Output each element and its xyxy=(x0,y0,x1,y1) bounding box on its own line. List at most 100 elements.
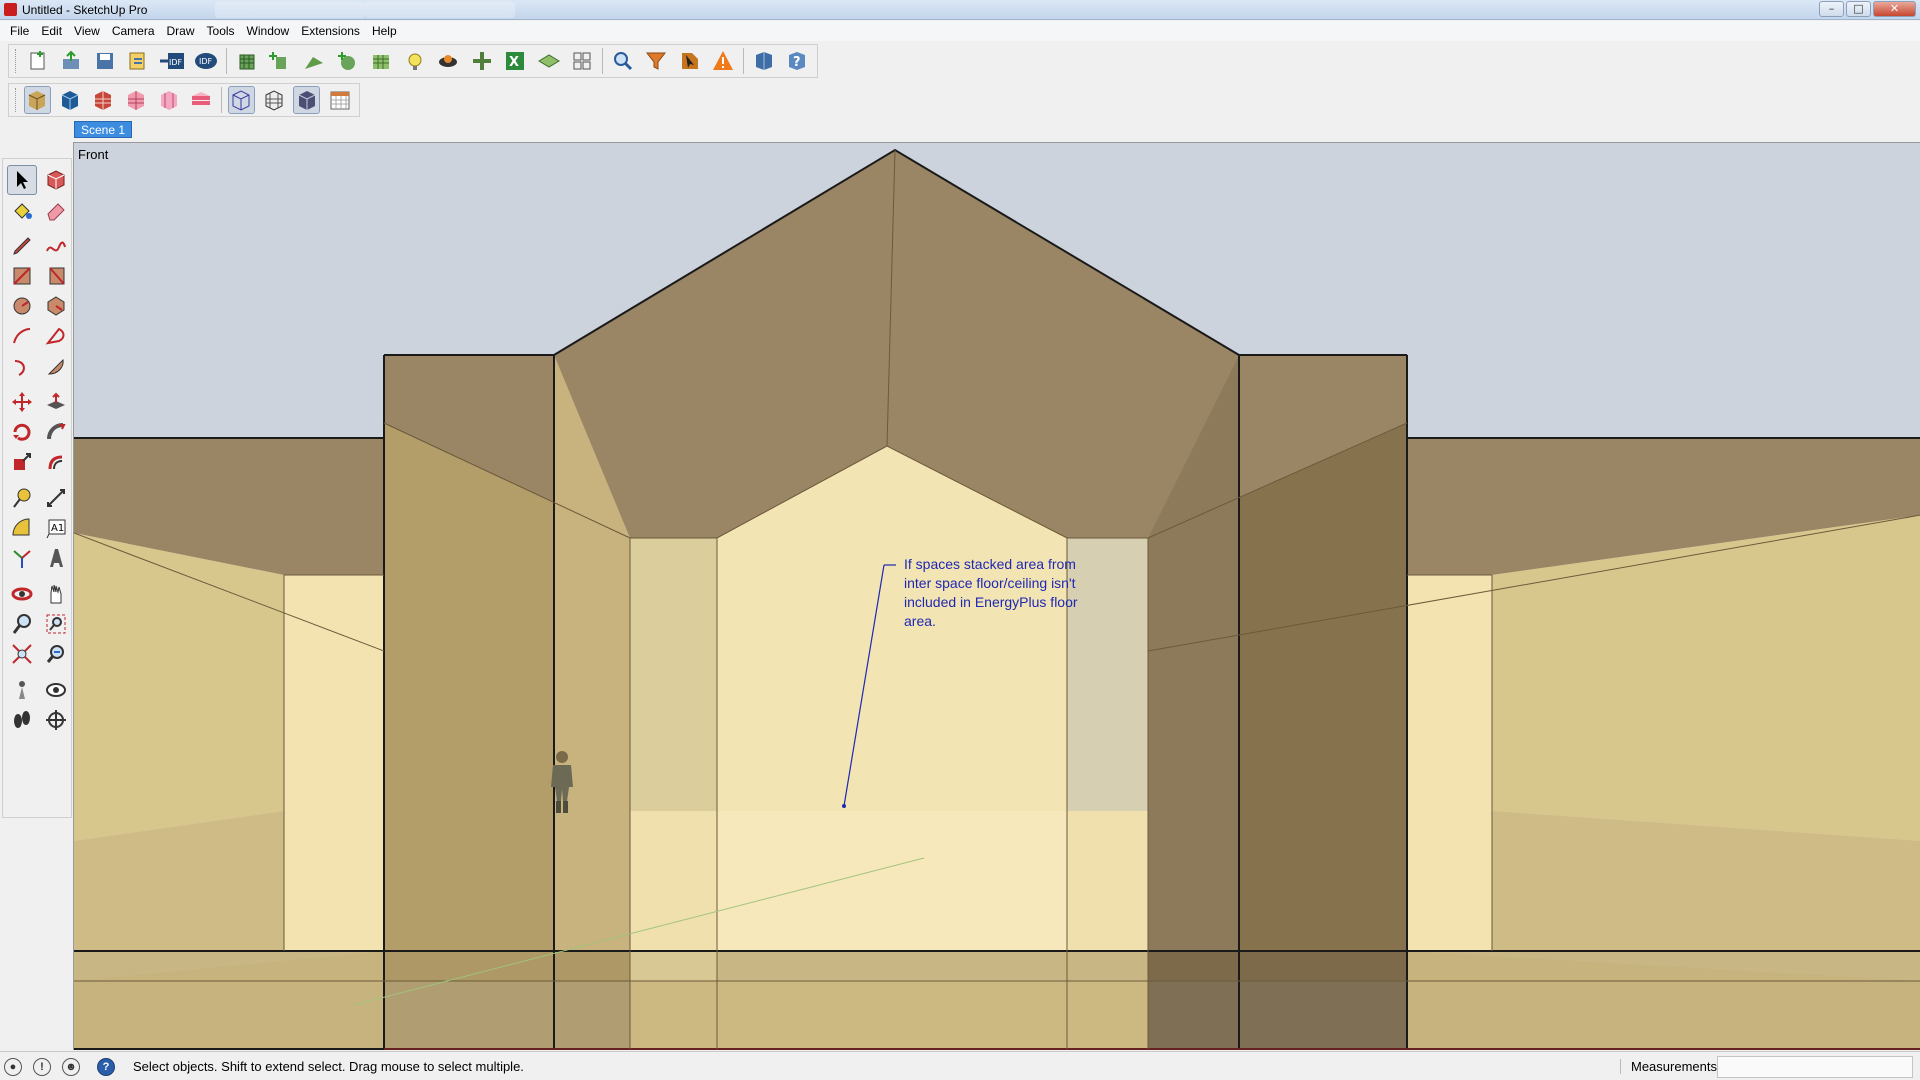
import-idf-icon[interactable]: IDF xyxy=(158,47,186,75)
arc-icon[interactable] xyxy=(7,321,37,351)
measurements-input[interactable] xyxy=(1717,1056,1913,1078)
render-by-story-icon[interactable] xyxy=(188,86,215,114)
new-illuminance-map-icon[interactable] xyxy=(401,47,429,75)
hidden-line-icon[interactable] xyxy=(261,86,288,114)
toolbar-separator xyxy=(226,48,228,74)
rotate-icon[interactable] xyxy=(7,417,37,447)
maximize-button[interactable]: □ xyxy=(1846,1,1871,17)
menu-file[interactable]: File xyxy=(4,24,35,38)
xray-icon[interactable] xyxy=(227,86,255,114)
new-glare-sensor-icon[interactable] xyxy=(434,47,462,75)
help-icon[interactable]: ? xyxy=(784,47,812,75)
credits-icon[interactable]: ! xyxy=(33,1058,51,1076)
select-arrow-icon[interactable] xyxy=(7,165,37,195)
zoom-icon[interactable] xyxy=(7,609,37,639)
push-pull-icon[interactable] xyxy=(41,387,71,417)
text-icon[interactable]: A1 xyxy=(41,513,71,543)
save-icon[interactable] xyxy=(91,47,119,75)
calendar-icon[interactable] xyxy=(326,86,353,114)
instructor-help-icon[interactable]: ? xyxy=(97,1058,115,1076)
pie-icon[interactable] xyxy=(41,351,71,381)
background-tab-ghost xyxy=(215,2,365,18)
scene-tab[interactable]: Scene 1 xyxy=(74,121,133,138)
render-by-space-type-icon[interactable] xyxy=(155,86,182,114)
project-loose-geometry-icon[interactable] xyxy=(535,47,563,75)
shaded-icon[interactable] xyxy=(293,86,321,114)
close-button[interactable]: ✕ xyxy=(1873,1,1916,17)
left-lower-inner xyxy=(284,811,384,951)
axes-icon[interactable] xyxy=(7,543,37,573)
new-building-icon[interactable] xyxy=(233,47,261,75)
toolbar-grip[interactable] xyxy=(15,49,18,73)
zoom-window-icon[interactable] xyxy=(41,609,71,639)
zoom-extents-icon[interactable] xyxy=(7,639,37,669)
three-point-arc-icon[interactable] xyxy=(7,351,37,381)
filter-icon[interactable] xyxy=(642,47,670,75)
eraser-icon[interactable] xyxy=(41,195,71,225)
freehand-icon[interactable] xyxy=(41,231,71,261)
render-by-boundary-icon[interactable] xyxy=(57,86,84,114)
menu-camera[interactable]: Camera xyxy=(106,24,161,38)
pan-icon[interactable] xyxy=(41,579,71,609)
menu-draw[interactable]: Draw xyxy=(161,24,201,38)
left-inner-wall xyxy=(284,575,384,811)
save-as-icon[interactable] xyxy=(125,47,153,75)
menu-help[interactable]: Help xyxy=(366,24,403,38)
make-component-icon[interactable] xyxy=(41,165,71,195)
new-daylighting-icon[interactable] xyxy=(367,47,395,75)
menu-window[interactable]: Window xyxy=(241,24,296,38)
orbit-icon[interactable] xyxy=(7,579,37,609)
set-attributes-icon[interactable] xyxy=(468,47,496,75)
open-studio-icon[interactable] xyxy=(750,47,778,75)
menu-extensions[interactable]: Extensions xyxy=(295,24,366,38)
look-around-icon[interactable] xyxy=(41,675,71,705)
3d-text-icon[interactable] xyxy=(41,543,71,573)
surface-matching-icon[interactable]: X xyxy=(501,47,529,75)
tool-palette: A1 xyxy=(2,158,72,818)
background-tab-ghost xyxy=(365,2,515,18)
render-by-thermal-zone-icon[interactable] xyxy=(122,86,149,114)
rectangle-icon[interactable] xyxy=(7,261,37,291)
model-annotation-text[interactable]: If spaces stacked area from inter space … xyxy=(904,555,1134,631)
follow-me-icon[interactable] xyxy=(41,417,71,447)
toolbar-separator xyxy=(220,87,222,113)
scale-icon[interactable] xyxy=(7,447,37,477)
paint-bucket-icon[interactable] xyxy=(7,195,37,225)
section-plane-icon[interactable] xyxy=(41,705,71,735)
menu-edit[interactable]: Edit xyxy=(35,24,68,38)
previous-view-icon[interactable] xyxy=(41,639,71,669)
central-wall-lower-inner xyxy=(717,811,1067,951)
polygon-icon[interactable] xyxy=(41,291,71,321)
toolbar-grip[interactable] xyxy=(15,88,18,112)
minimize-button[interactable]: – xyxy=(1819,1,1844,17)
protractor-icon[interactable] xyxy=(7,513,37,543)
model-viewport[interactable]: Front If spaces stacked area from inter … xyxy=(73,142,1920,1050)
open-file-icon[interactable] xyxy=(58,47,86,75)
render-by-class-icon[interactable] xyxy=(23,86,51,114)
central-ground-wall xyxy=(630,981,1148,1049)
render-by-construction-icon[interactable] xyxy=(90,86,117,114)
offset-icon[interactable] xyxy=(41,447,71,477)
info-tool-icon[interactable] xyxy=(676,47,704,75)
pencil-line-icon[interactable] xyxy=(7,231,37,261)
new-interior-partition-icon[interactable] xyxy=(334,47,362,75)
menu-view[interactable]: View xyxy=(68,24,106,38)
layout-grid-icon[interactable] xyxy=(568,47,596,75)
new-site-shading-icon[interactable] xyxy=(300,47,328,75)
new-space-icon[interactable] xyxy=(24,47,52,75)
new-shading-icon[interactable] xyxy=(267,47,295,75)
dimension-icon[interactable] xyxy=(41,483,71,513)
menu-tools[interactable]: Tools xyxy=(201,24,241,38)
geo-location-icon[interactable]: ● xyxy=(4,1058,22,1076)
position-camera-icon[interactable] xyxy=(7,675,37,705)
export-idf-icon[interactable]: IDF xyxy=(192,47,220,75)
warning-icon[interactable] xyxy=(710,47,738,75)
tape-measure-icon[interactable] xyxy=(7,483,37,513)
two-point-arc-icon[interactable] xyxy=(41,321,71,351)
circle-icon[interactable] xyxy=(7,291,37,321)
walk-icon[interactable] xyxy=(7,705,37,735)
rotated-rectangle-icon[interactable] xyxy=(41,261,71,291)
user-account-icon[interactable]: ☻ xyxy=(62,1058,80,1076)
surface-search-icon[interactable] xyxy=(609,47,637,75)
move-icon[interactable] xyxy=(7,387,37,417)
